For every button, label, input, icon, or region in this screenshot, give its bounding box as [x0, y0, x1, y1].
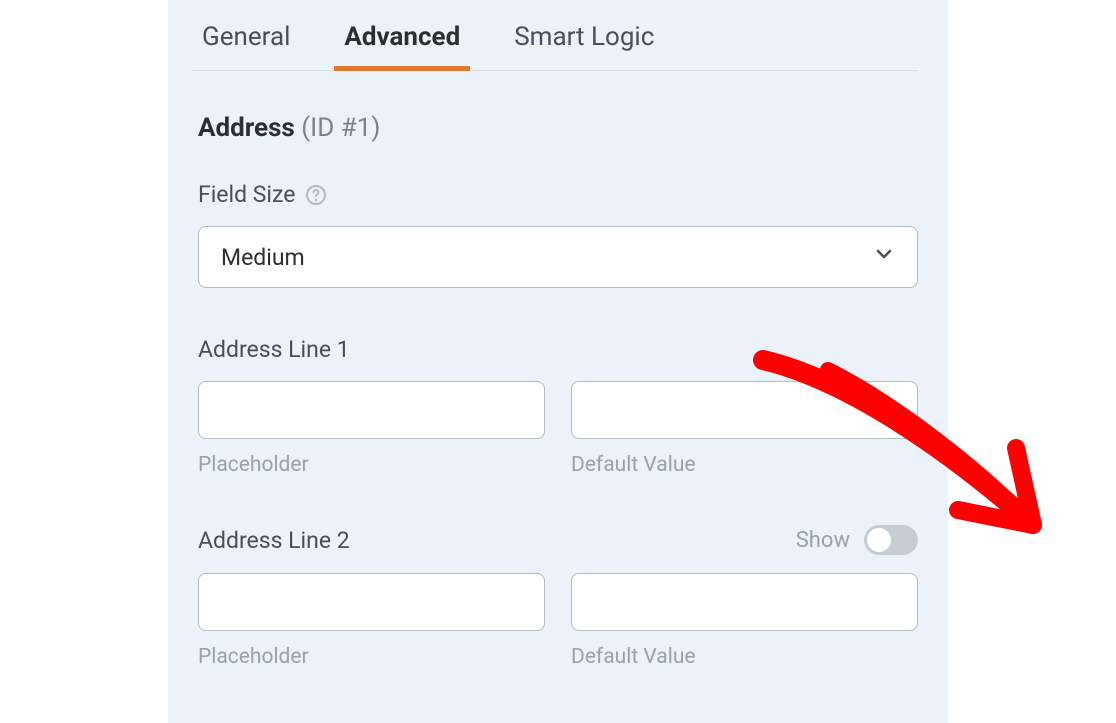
settings-panel: General Advanced Smart Logic Address (ID… [168, 0, 948, 723]
tab-general[interactable]: General [192, 0, 300, 70]
address-line-2-toggle-group: Show [796, 525, 918, 555]
field-size-group: Field Size Medium [198, 181, 918, 288]
toggle-knob [867, 528, 891, 552]
address-line-1-header: Address Line 1 [198, 336, 918, 363]
address-line-2-placeholder-label: Placeholder [198, 645, 545, 669]
field-size-value: Medium [221, 244, 305, 271]
address-line-1-default-label: Default Value [571, 453, 918, 477]
address-line-2-header: Address Line 2 Show [198, 525, 918, 555]
help-icon[interactable] [305, 184, 327, 206]
field-id: (ID #1) [301, 113, 380, 143]
address-line-2-default-input[interactable] [571, 573, 918, 631]
address-line-2-row: Placeholder Default Value [198, 573, 918, 669]
section-title: Address (ID #1) [198, 113, 918, 143]
address-line-1-row: Placeholder Default Value [198, 381, 918, 477]
address-line-1-placeholder-input[interactable] [198, 381, 545, 439]
show-toggle[interactable] [864, 525, 918, 555]
field-size-select[interactable]: Medium [198, 226, 918, 288]
address-line-1-title: Address Line 1 [198, 336, 350, 363]
address-line-2-title: Address Line 2 [198, 527, 350, 554]
show-toggle-label: Show [796, 528, 850, 553]
tab-advanced[interactable]: Advanced [334, 0, 470, 70]
address-line-1-placeholder-label: Placeholder [198, 453, 545, 477]
address-line-2-placeholder-input[interactable] [198, 573, 545, 631]
tab-smart-logic[interactable]: Smart Logic [504, 0, 664, 70]
field-size-label: Field Size [198, 181, 918, 208]
tab-bar: General Advanced Smart Logic [192, 0, 918, 71]
address-line-2-default-label: Default Value [571, 645, 918, 669]
field-size-label-text: Field Size [198, 181, 295, 208]
chevron-down-icon [873, 243, 895, 271]
field-name: Address [198, 113, 295, 143]
address-line-1-default-input[interactable] [571, 381, 918, 439]
